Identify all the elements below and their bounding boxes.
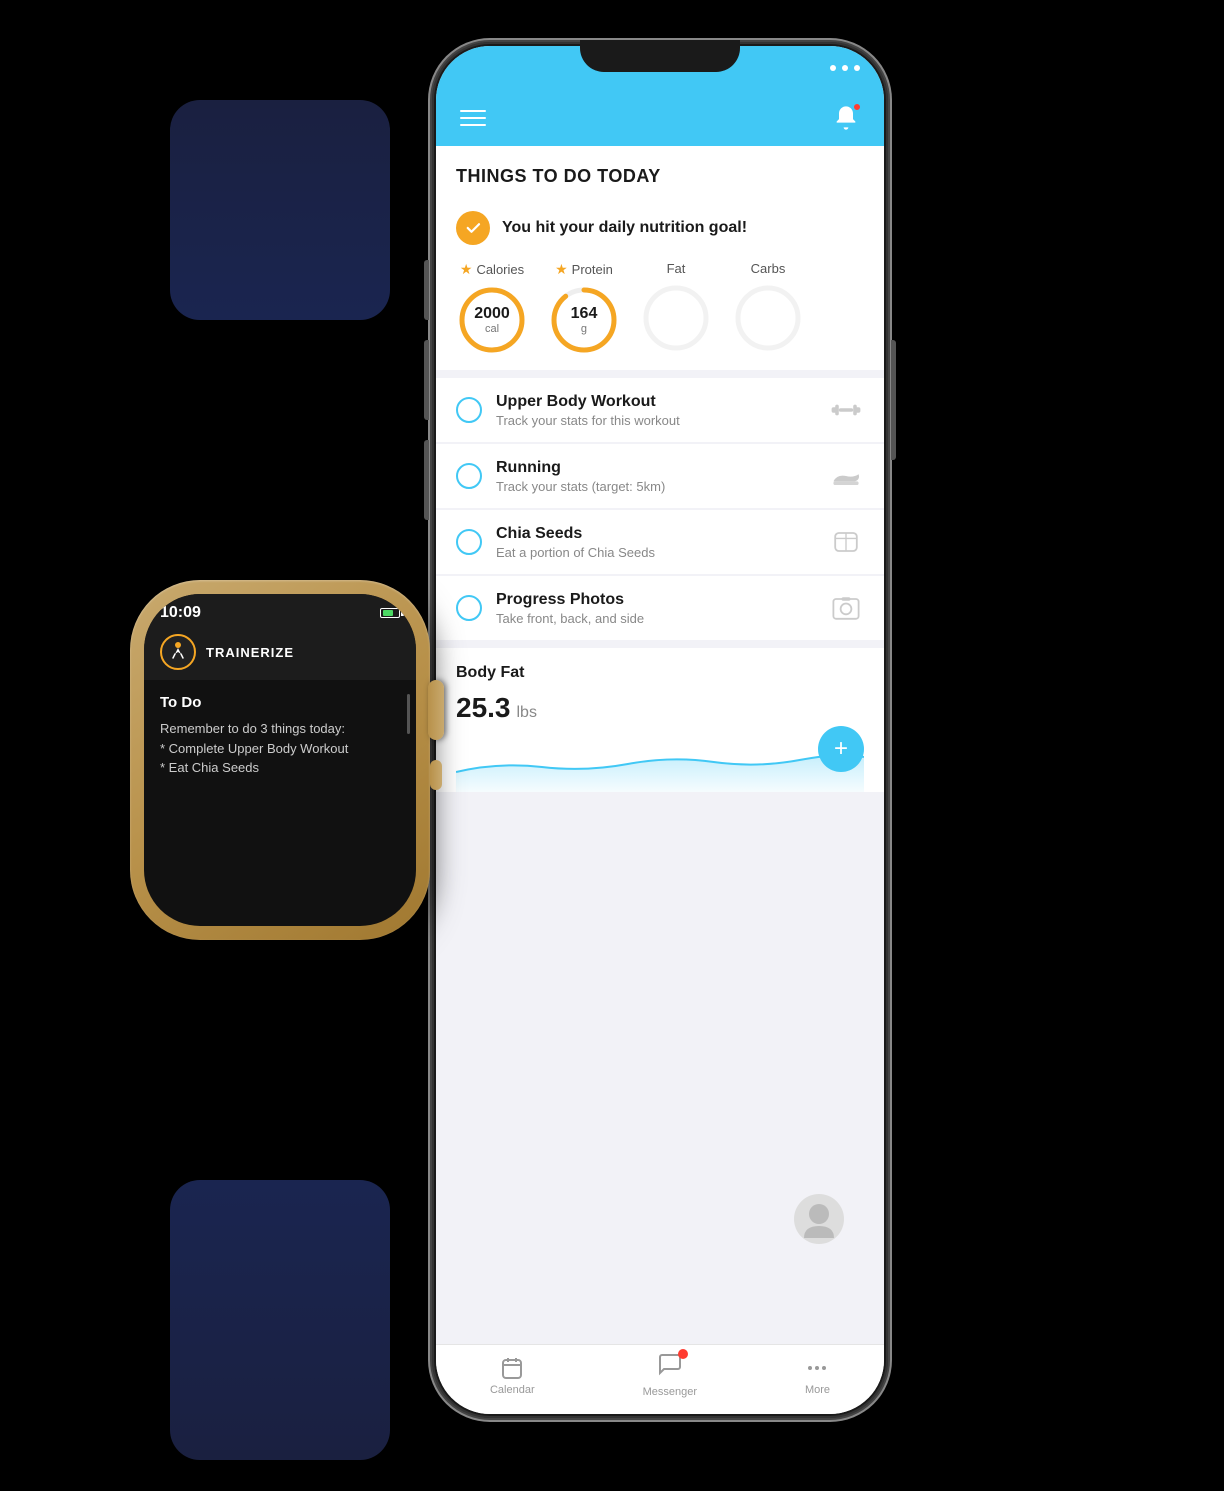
watch-todo-title: To Do: [160, 694, 400, 711]
signal-icon: [830, 65, 836, 71]
protein-ring: 164 g: [548, 284, 620, 356]
photo-icon: [828, 590, 864, 626]
bottom-navigation: Calendar Messenger More: [436, 1344, 884, 1414]
watch-mockup: 10:09 TRAINERIZE: [60, 280, 500, 1240]
notifications-button[interactable]: [832, 104, 860, 132]
nutrition-stats: ★ Calories 2000 cal: [456, 261, 864, 356]
section-title: THINGS TO DO TODAY: [436, 146, 884, 197]
watch-screen: 10:09 TRAINERIZE: [144, 594, 416, 926]
watch-side-button: [430, 760, 442, 790]
nutrition-card: You hit your daily nutrition goal! ★ Cal…: [436, 197, 884, 370]
watch-app-icon: [160, 634, 196, 670]
carbs-ring: [732, 282, 804, 354]
body-fat-card: Body Fat 25.3 lbs: [436, 648, 884, 792]
todo-progress-photos[interactable]: Progress Photos Take front, back, and si…: [436, 576, 884, 640]
todo-info-chia-seeds: Chia Seeds Eat a portion of Chia Seeds: [496, 525, 814, 560]
phone-power-button: [891, 340, 896, 460]
status-icons: [830, 65, 860, 71]
protein-star-icon: ★: [555, 261, 568, 278]
protein-value: 164 g: [571, 305, 598, 335]
watch-crown: [428, 680, 444, 740]
more-label: More: [805, 1384, 830, 1396]
top-navigation: [436, 90, 884, 146]
watch-case: 10:09 TRAINERIZE: [130, 580, 430, 940]
carbs-stat: Carbs: [732, 261, 804, 354]
body-fat-chart: [456, 732, 864, 792]
calendar-label: Calendar: [490, 1384, 535, 1396]
watch-band-top: [170, 100, 390, 320]
todo-upper-body[interactable]: Upper Body Workout Track your stats for …: [436, 378, 884, 442]
calories-label: ★ Calories: [460, 261, 524, 278]
food-icon: [828, 524, 864, 560]
watch-status-bar: 10:09: [144, 594, 416, 628]
notification-badge: [852, 102, 862, 112]
fat-stat: Fat: [640, 261, 712, 354]
battery-icon: [854, 65, 860, 71]
watch-band-bottom: [170, 1180, 390, 1460]
more-icon: [805, 1356, 829, 1380]
nutrition-goal-row: You hit your daily nutrition goal!: [456, 211, 864, 245]
messenger-label: Messenger: [643, 1386, 697, 1398]
todo-info-running: Running Track your stats (target: 5km): [496, 459, 814, 494]
shoe-icon: [828, 458, 864, 494]
nav-more[interactable]: More: [805, 1356, 830, 1396]
carbs-label: Carbs: [751, 261, 786, 276]
watch-logo-area: TRAINERIZE: [144, 628, 416, 680]
goal-text: You hit your daily nutrition goal!: [502, 219, 747, 237]
nav-messenger[interactable]: Messenger: [643, 1353, 697, 1398]
fat-label: Fat: [667, 261, 686, 276]
dumbbell-icon: [828, 392, 864, 428]
phone-screen: THINGS TO DO TODAY You hit your daily nu…: [436, 46, 884, 1414]
watch-scroll-indicator: [407, 694, 410, 734]
menu-button[interactable]: [460, 110, 486, 126]
nav-calendar[interactable]: Calendar: [490, 1356, 535, 1396]
protein-label: ★ Protein: [555, 261, 613, 278]
todo-running[interactable]: Running Track your stats (target: 5km): [436, 444, 884, 508]
messenger-badge: [678, 1349, 688, 1359]
calories-star-icon: ★: [460, 261, 473, 278]
watch-todo-body: Remember to do 3 things today: * Complet…: [160, 719, 400, 778]
watch-time: 10:09: [160, 604, 201, 622]
protein-stat: ★ Protein 164 g: [548, 261, 620, 356]
watch-app-name: TRAINERIZE: [206, 645, 294, 660]
wifi-icon: [842, 65, 848, 71]
fat-ring: [640, 282, 712, 354]
todo-info-photos: Progress Photos Take front, back, and si…: [496, 591, 814, 626]
watch-content: To Do Remember to do 3 things today: * C…: [144, 680, 416, 792]
calendar-icon: [500, 1356, 524, 1380]
phone-notch: [580, 40, 740, 72]
goal-check-icon: [456, 211, 490, 245]
todo-info-upper-body: Upper Body Workout Track your stats for …: [496, 393, 814, 428]
add-body-fat-button[interactable]: +: [818, 726, 864, 772]
watch-battery-icon: [380, 608, 400, 618]
main-content: THINGS TO DO TODAY You hit your daily nu…: [436, 146, 884, 1344]
body-fat-unit: lbs: [517, 704, 537, 722]
todo-chia-seeds[interactable]: Chia Seeds Eat a portion of Chia Seeds: [436, 510, 884, 574]
